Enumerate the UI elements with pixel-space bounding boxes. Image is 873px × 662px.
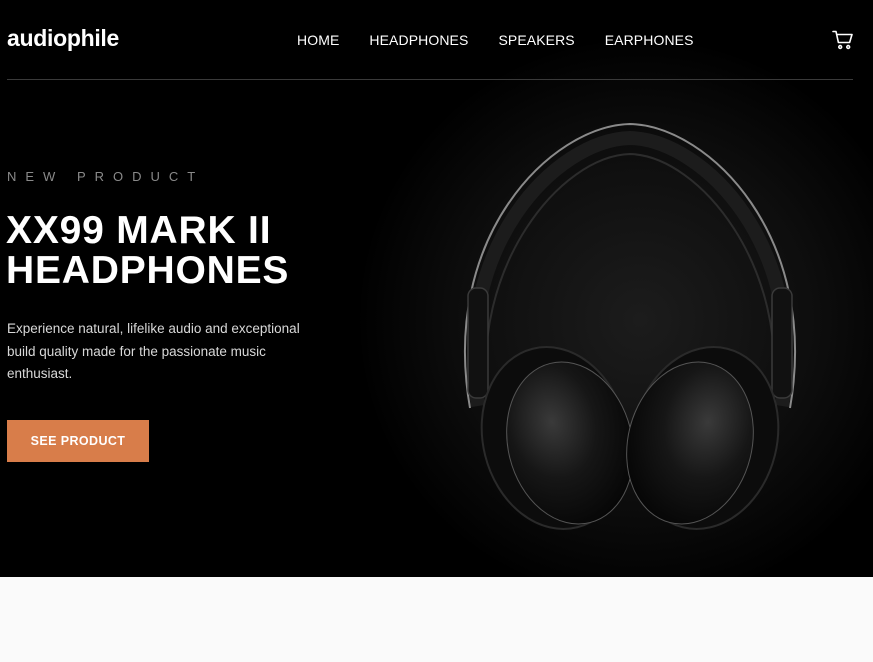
main-nav: HOME HEADPHONES SPEAKERS EARPHONES bbox=[297, 32, 724, 48]
hero-title-line-1: XX99 MARK II bbox=[6, 209, 272, 252]
new-product-label: NEW PRODUCT bbox=[7, 169, 205, 184]
header-divider bbox=[7, 79, 853, 80]
nav-earphones[interactable]: EARPHONES bbox=[605, 32, 694, 48]
hero-title-line-2: HEADPHONES bbox=[6, 249, 290, 292]
headphones-image bbox=[464, 122, 796, 530]
hero-section: audiophile HOME HEADPHONES SPEAKERS EARP… bbox=[0, 0, 873, 577]
site-header: audiophile HOME HEADPHONES SPEAKERS EARP… bbox=[0, 0, 873, 80]
hero-description: Experience natural, lifelike audio and e… bbox=[7, 321, 300, 381]
see-product-button[interactable]: SEE PRODUCT bbox=[7, 420, 149, 462]
cart-button[interactable] bbox=[832, 30, 854, 50]
hero-title: XX99 MARK II HEADPHONES bbox=[6, 211, 386, 291]
logo[interactable]: audiophile bbox=[7, 25, 119, 52]
nav-headphones[interactable]: HEADPHONES bbox=[369, 32, 468, 48]
nav-speakers[interactable]: SPEAKERS bbox=[498, 32, 574, 48]
nav-home[interactable]: HOME bbox=[297, 32, 339, 48]
cart-icon bbox=[832, 30, 853, 50]
